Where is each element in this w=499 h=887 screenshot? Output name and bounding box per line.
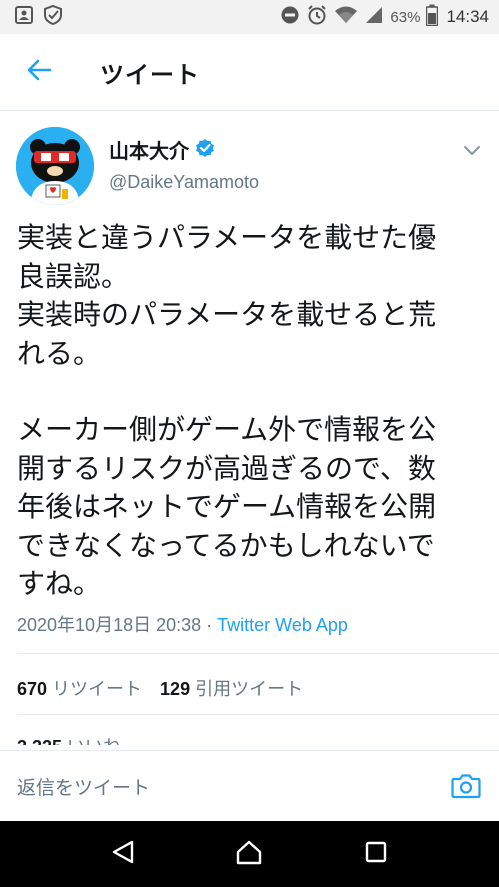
battery-icon <box>426 4 439 30</box>
retweet-count: 670 <box>17 679 48 699</box>
camera-button[interactable] <box>451 773 481 799</box>
nav-home-button[interactable] <box>234 839 264 869</box>
author-display-name[interactable]: 山本大介 <box>109 135 189 164</box>
tweet-text-line: メーカー側がゲーム外で情報を公 <box>17 413 437 446</box>
tweet-menu-button[interactable] <box>461 139 483 161</box>
tweet-text-line: できなくなってるかもしれないで <box>17 528 435 562</box>
battery-percent: 63% <box>390 8 421 26</box>
avatar[interactable] <box>16 127 94 205</box>
clock: 14:34 <box>446 7 489 26</box>
likes-stat[interactable]: 3,325 いいね <box>17 731 217 745</box>
quote-count: 129 <box>160 679 191 699</box>
home-icon <box>235 839 263 869</box>
like-count: 3,325 <box>17 737 62 745</box>
app-header: ツイート <box>0 34 499 111</box>
screen: 63% 14:34 ツイート 山本大介 @DaikeYamamoto 実装と違う… <box>0 0 499 887</box>
arrow-left-icon <box>26 59 52 85</box>
verified-badge-icon <box>195 138 215 162</box>
nav-recents-button[interactable] <box>361 839 391 869</box>
chevron-down-icon <box>461 146 483 165</box>
tweet-text-line: 年後はネットでゲーム情報を公開 <box>17 490 437 523</box>
divider <box>17 714 499 715</box>
author-info[interactable]: 山本大介 @DaikeYamamoto <box>109 135 259 193</box>
tweet-timestamp[interactable]: 2020年10月18日 20:38 <box>17 615 201 635</box>
retweets-stat[interactable]: 670 リツイート <box>17 675 142 701</box>
tweet-text-line: 実装と違うパラメータを載せた優 <box>17 221 437 254</box>
triangle-back-icon <box>111 839 135 869</box>
wifi-icon <box>334 5 358 29</box>
tweet-text-line: 良誤認。 <box>17 259 130 293</box>
system-nav-bar <box>0 821 499 887</box>
do-not-disturb-icon <box>280 5 300 29</box>
like-label: いいね <box>67 737 121 745</box>
tweet-text: 実装と違うパラメータを載せた優 良誤認。 実装時のパラメータを載せると荒 れる。… <box>17 219 487 604</box>
author-handle[interactable]: @DaikeYamamoto <box>109 172 259 193</box>
page-title: ツイート <box>100 60 200 89</box>
signal-icon <box>364 5 384 29</box>
divider <box>17 653 499 654</box>
quote-label: 引用ツイート <box>195 679 304 699</box>
camera-icon <box>451 774 481 803</box>
tweet-meta: 2020年10月18日 20:38 · Twitter Web App <box>17 611 348 637</box>
square-recents-icon <box>364 840 388 868</box>
meta-separator: · <box>201 615 218 635</box>
tweet-text-line: 開するリスクが高過ぎるので、数 <box>17 451 436 485</box>
tweet-text-line: 実装時のパラメータを載せると荒 <box>17 298 437 331</box>
tweet-text-line: れる。 <box>17 336 102 370</box>
alarm-icon <box>306 4 328 30</box>
status-bar: 63% 14:34 <box>0 0 499 34</box>
reply-input[interactable]: 返信をツイート <box>17 773 150 800</box>
contact-card-icon <box>14 5 34 29</box>
tweet-text-line: すね。 <box>17 567 102 600</box>
shield-check-icon <box>42 4 64 30</box>
back-button[interactable] <box>0 34 78 111</box>
tweet-client-link[interactable]: Twitter Web App <box>217 615 348 635</box>
quotes-stat[interactable]: 129 引用ツイート <box>160 675 303 701</box>
retweet-label: リツイート <box>52 679 143 699</box>
nav-back-button[interactable] <box>108 839 138 869</box>
reply-bar: 返信をツイート <box>0 750 499 821</box>
engagement-stats: 670 リツイート 129 引用ツイート <box>17 675 303 701</box>
